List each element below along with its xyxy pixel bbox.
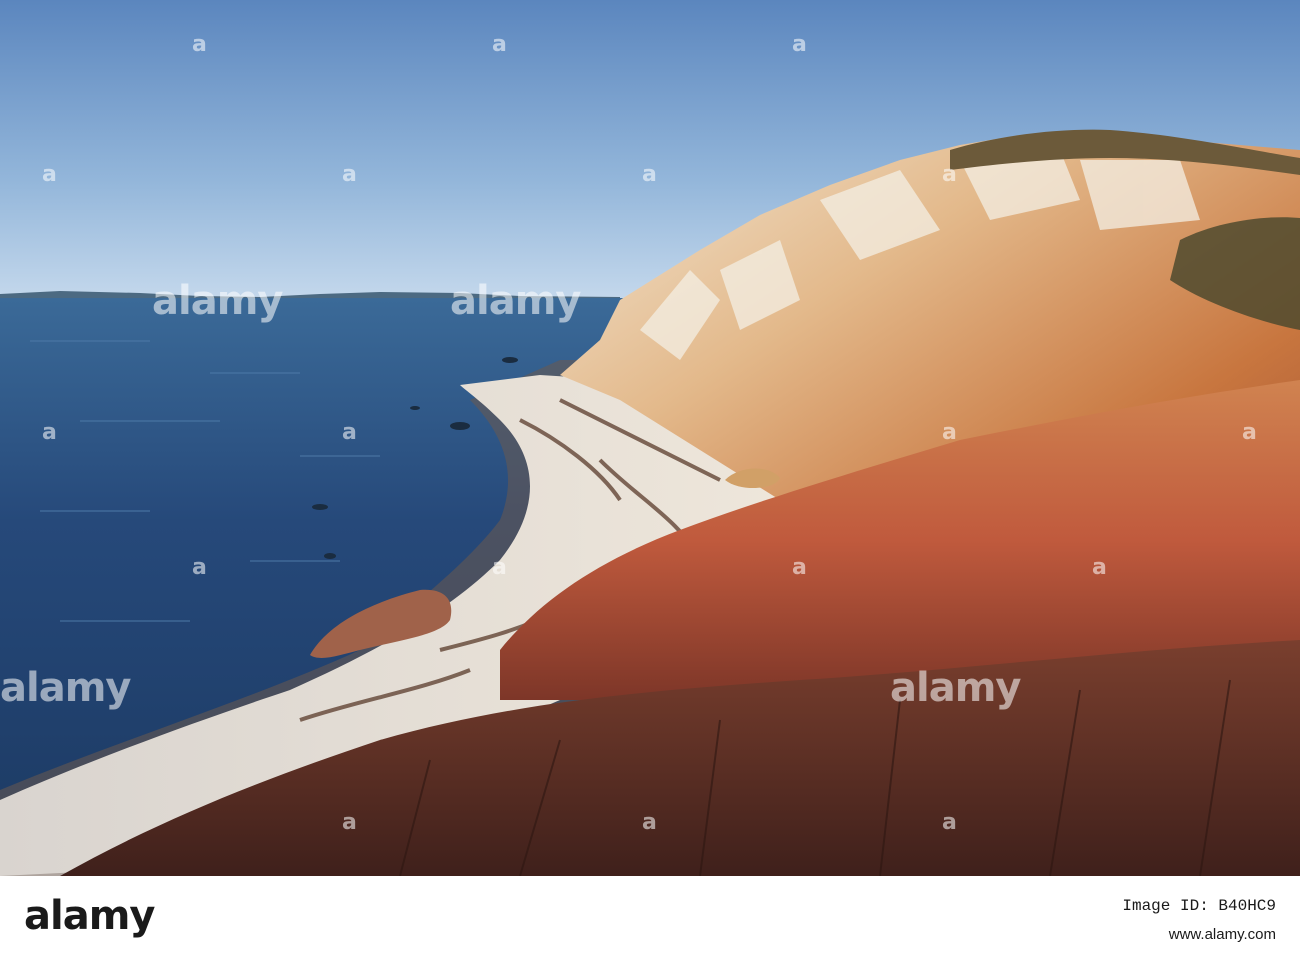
footer-logo-text: alamy <box>24 893 155 939</box>
footer-bar: alamy Image ID: B40HC9 www.alamy.com <box>0 876 1300 966</box>
image-id-label: Image ID: B40HC9 <box>1122 897 1276 915</box>
coastal-cliff-scene <box>0 0 1300 876</box>
footer-logo: alamy <box>24 893 155 939</box>
site-url: www.alamy.com <box>1168 926 1276 943</box>
photo: a a a a a a a a a a a a a a a a a a alam… <box>0 0 1300 876</box>
